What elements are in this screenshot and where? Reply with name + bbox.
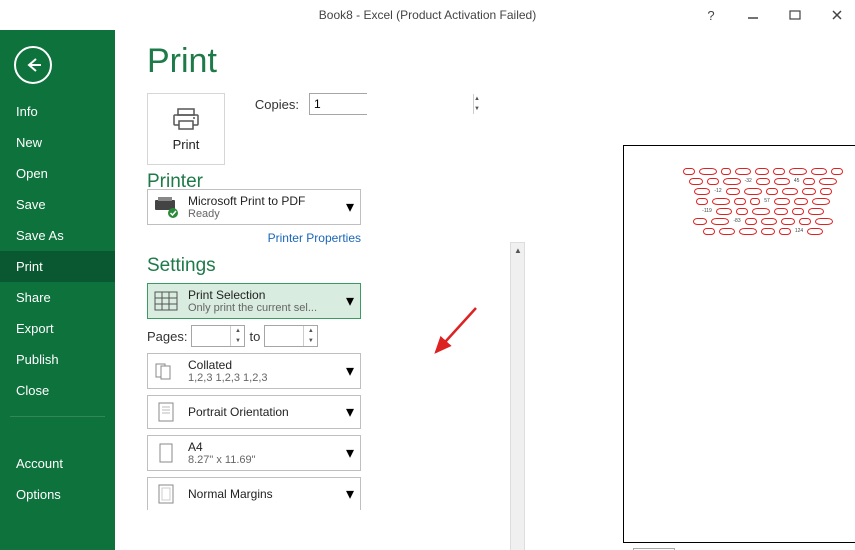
sidebar-item-saveas[interactable]: Save As	[0, 220, 115, 251]
printer-name: Microsoft Print to PDF	[188, 194, 336, 208]
sidebar-item-label: Export	[16, 321, 54, 336]
sidebar-item-export[interactable]: Export	[0, 313, 115, 344]
print-area-main: Print Selection	[188, 288, 336, 302]
sidebar-item-label: Save As	[16, 228, 64, 243]
sidebar-item-close[interactable]: Close	[0, 375, 115, 406]
backstage-sidebar: Info New Open Save Save As Print Share E…	[0, 30, 115, 550]
preview-footer: ◄ of 1 ►	[605, 544, 855, 550]
sidebar-item-open[interactable]: Open	[0, 158, 115, 189]
sidebar-item-label: Publish	[16, 352, 59, 367]
sidebar-item-label: Print	[16, 259, 43, 274]
sidebar-divider	[10, 416, 105, 444]
sidebar-item-info[interactable]: Info	[0, 96, 115, 127]
printer-status: Ready	[188, 208, 336, 220]
sheet-selection-icon	[152, 289, 180, 313]
print-button-label: Print	[173, 137, 200, 152]
chevron-down-icon: ▾	[344, 406, 356, 418]
sidebar-item-label: New	[16, 135, 42, 150]
printer-select[interactable]: Microsoft Print to PDF Ready ▾	[147, 189, 361, 225]
orientation-main: Portrait Orientation	[188, 405, 336, 419]
sidebar-item-label: Info	[16, 104, 38, 119]
copies-stepper[interactable]: ▲▼	[309, 93, 367, 115]
chevron-up-icon[interactable]: ▲	[304, 326, 317, 336]
copies-input[interactable]	[310, 94, 473, 114]
page-from-stepper[interactable]: ▲▼	[191, 325, 245, 347]
collate-main: Collated	[188, 358, 336, 372]
chevron-down-icon: ▾	[344, 295, 356, 307]
chevron-down-icon[interactable]: ▼	[231, 336, 244, 346]
preview-content: -3245 -12 57 -119 -83 124	[634, 168, 855, 236]
copies-label: Copies:	[255, 97, 299, 112]
print-backstage-main: Print Print Copies: ▲▼	[115, 30, 855, 550]
sidebar-item-save[interactable]: Save	[0, 189, 115, 220]
back-button[interactable]	[14, 46, 52, 84]
copies-row: Copies: ▲▼	[255, 93, 367, 115]
settings-scrollbar[interactable]: ▲ ▼	[510, 242, 525, 550]
page-title: Print	[147, 42, 367, 81]
print-area-select[interactable]: Print Selection Only print the current s…	[147, 283, 361, 319]
collate-icon	[152, 359, 180, 383]
printer-heading: Printer	[147, 171, 367, 189]
orientation-icon	[152, 400, 180, 424]
titlebar: Book8 - Excel (Product Activation Failed…	[0, 0, 855, 30]
maximize-button[interactable]	[783, 3, 807, 27]
sidebar-item-print[interactable]: Print	[0, 251, 115, 282]
chevron-up-icon[interactable]: ▲	[231, 326, 244, 336]
sidebar-item-account[interactable]: Account	[0, 448, 115, 479]
page-range-row: Pages: ▲▼ to ▲▼	[147, 325, 361, 347]
chevron-down-icon: ▾	[344, 365, 356, 377]
print-preview-pane: ▲ ▼ -3245 -12 57 -119 -83 124 ◄	[605, 90, 855, 550]
margins-icon	[152, 482, 180, 506]
window-controls: ?	[699, 0, 849, 30]
help-icon[interactable]: ?	[699, 3, 723, 27]
print-area-sub: Only print the current sel...	[188, 302, 336, 314]
paper-main: A4	[188, 440, 336, 454]
collate-sub: 1,2,3 1,2,3 1,2,3	[188, 372, 336, 384]
preview-page: -3245 -12 57 -119 -83 124	[623, 145, 855, 543]
margins-select[interactable]: Normal Margins ▾	[147, 477, 361, 510]
page-from-input[interactable]	[192, 326, 230, 346]
sidebar-item-options[interactable]: Options	[0, 479, 115, 510]
sidebar-item-label: Open	[16, 166, 48, 181]
page-to-input[interactable]	[265, 326, 303, 346]
settings-heading: Settings	[147, 255, 367, 277]
chevron-up-icon[interactable]: ▲	[474, 94, 480, 104]
pages-to-label: to	[249, 329, 260, 344]
chevron-down-icon: ▾	[344, 201, 356, 213]
collate-select[interactable]: Collated 1,2,3 1,2,3 1,2,3 ▾	[147, 353, 361, 389]
chevron-down-icon[interactable]: ▼	[304, 336, 317, 346]
sidebar-item-label: Close	[16, 383, 49, 398]
page-icon	[152, 441, 180, 465]
window-title: Book8 - Excel (Product Activation Failed…	[319, 8, 536, 22]
sidebar-item-label: Account	[16, 456, 63, 471]
page-to-stepper[interactable]: ▲▼	[264, 325, 318, 347]
chevron-up-icon[interactable]: ▲	[511, 243, 525, 257]
printer-icon	[172, 107, 200, 131]
sidebar-item-label: Options	[16, 487, 61, 502]
annotation-arrow	[428, 302, 488, 362]
chevron-down-icon: ▾	[344, 488, 356, 500]
pages-label: Pages:	[147, 329, 187, 344]
sidebar-item-label: Save	[16, 197, 46, 212]
sidebar-item-publish[interactable]: Publish	[0, 344, 115, 375]
minimize-button[interactable]	[741, 3, 765, 27]
arrow-left-icon	[23, 55, 43, 75]
sidebar-item-share[interactable]: Share	[0, 282, 115, 313]
chevron-down-icon: ▾	[344, 447, 356, 459]
chevron-down-icon[interactable]: ▼	[474, 104, 480, 114]
paper-sub: 8.27" x 11.69"	[188, 454, 336, 466]
orientation-select[interactable]: Portrait Orientation ▾	[147, 395, 361, 429]
printer-status-icon	[152, 195, 180, 219]
print-button[interactable]: Print	[147, 93, 225, 165]
sidebar-item-label: Share	[16, 290, 51, 305]
close-button[interactable]	[825, 3, 849, 27]
margins-main: Normal Margins	[188, 487, 336, 501]
printer-properties-link[interactable]: Printer Properties	[147, 231, 361, 245]
paper-size-select[interactable]: A4 8.27" x 11.69" ▾	[147, 435, 361, 471]
sidebar-item-new[interactable]: New	[0, 127, 115, 158]
